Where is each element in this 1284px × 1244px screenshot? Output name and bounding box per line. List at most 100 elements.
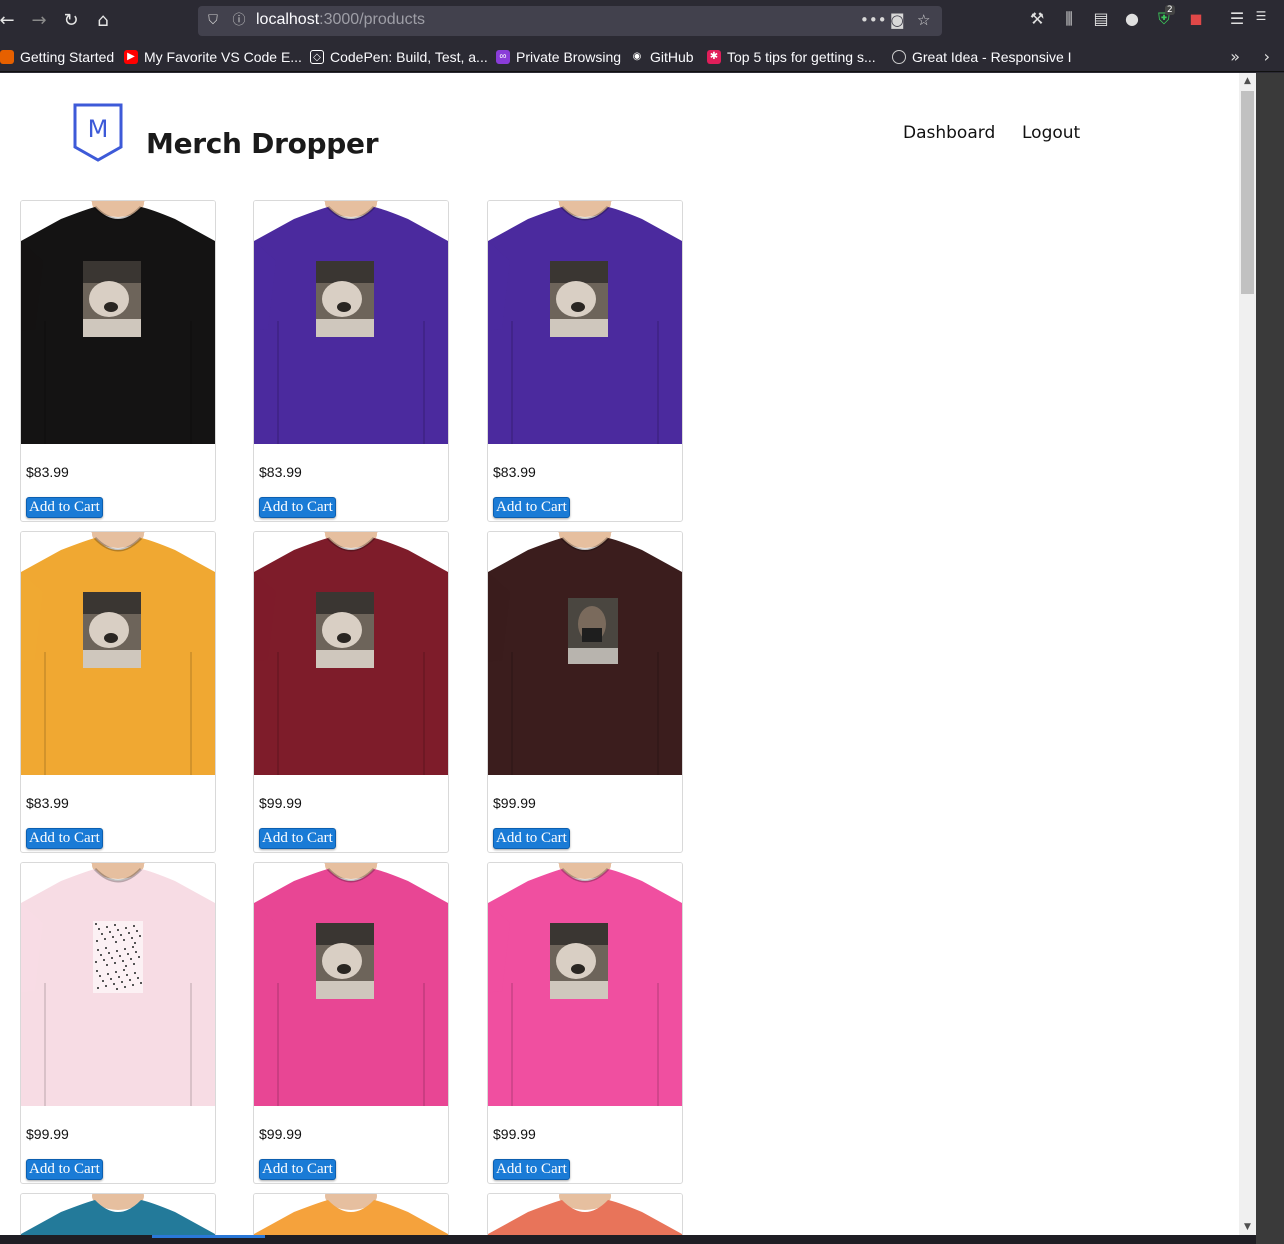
product-card: $99.99 Add to Cart [253, 531, 449, 853]
url-bar[interactable]: ⛉ ⓘ localhost:3000/products ••• ◙ ☆ [198, 6, 942, 36]
scroll-up-icon[interactable]: ▲ [1239, 73, 1256, 89]
back-button-icon[interactable]: ← [0, 8, 20, 34]
product-card: $83.99 Add to Cart [20, 200, 216, 522]
pocket-icon[interactable]: ◙ [890, 11, 905, 29]
sidebar-icon[interactable]: ▤ [1090, 9, 1112, 28]
shirt-image [488, 201, 682, 444]
shield-icon[interactable]: ⛉ [204, 12, 222, 30]
add-to-cart-button[interactable]: Add to Cart [26, 828, 103, 849]
wrench-icon[interactable]: ⚒ [1026, 9, 1048, 28]
bookmark-slack-tips[interactable]: ✱ Top 5 tips for getting s... [707, 48, 876, 66]
shirt-image[interactable] [21, 1194, 215, 1235]
shirt-image [21, 532, 215, 775]
product-image[interactable] [21, 863, 215, 1106]
private-browsing-icon: ∞ [496, 50, 510, 64]
product-price: $99.99 [493, 1126, 536, 1142]
product-image[interactable] [254, 201, 448, 444]
browser-toolbar: ← → ↻ ⌂ ⛉ ⓘ localhost:3000/products ••• … [0, 0, 1284, 42]
bookmark-great-idea[interactable]: Great Idea - Responsive I [892, 48, 1072, 66]
bookmark-star-icon[interactable]: ☆ [917, 11, 930, 29]
product-card-partial [253, 1193, 449, 1235]
bookmark-label: Great Idea - Responsive I [912, 49, 1072, 65]
shirt-image [254, 863, 448, 1106]
product-card: $83.99 Add to Cart [487, 200, 683, 522]
product-image[interactable] [21, 201, 215, 444]
shirt-image [21, 201, 215, 444]
add-to-cart-button[interactable]: Add to Cart [493, 828, 570, 849]
bookmark-github[interactable]: ◉ GitHub [630, 48, 694, 66]
product-price: $83.99 [259, 464, 302, 480]
add-to-cart-button[interactable]: Add to Cart [493, 1159, 570, 1180]
loading-progress [152, 1235, 265, 1238]
add-to-cart-button[interactable]: Add to Cart [493, 497, 570, 518]
reload-icon[interactable]: ↻ [58, 8, 84, 34]
extension-icon[interactable]: ◼ [1185, 9, 1207, 28]
shirt-image [254, 532, 448, 775]
menu-icon[interactable]: ☰ [1226, 9, 1248, 28]
shirt-image[interactable] [254, 1194, 448, 1235]
bookmark-label: GitHub [650, 49, 694, 65]
bookmark-label: Top 5 tips for getting s... [727, 49, 876, 65]
product-image[interactable] [21, 532, 215, 775]
scroll-down-icon[interactable]: ▼ [1239, 1219, 1256, 1235]
shirt-image[interactable] [488, 1194, 682, 1235]
url-path: :3000/products [319, 11, 426, 28]
bookmark-label: CodePen: Build, Test, a... [330, 49, 488, 65]
overflow-menu-icon[interactable]: ☰ [1250, 9, 1272, 23]
bookmark-getting-started[interactable]: Getting Started [0, 48, 114, 66]
browser-window: ← → ↻ ⌂ ⛉ ⓘ localhost:3000/products ••• … [0, 0, 1284, 1244]
add-to-cart-button[interactable]: Add to Cart [259, 1159, 336, 1180]
product-image[interactable] [488, 532, 682, 775]
brand-title: Merch Dropper [146, 127, 379, 160]
add-to-cart-button[interactable]: Add to Cart [259, 497, 336, 518]
bookmark-private-browsing[interactable]: ∞ Private Browsing [496, 48, 621, 66]
url-text[interactable]: localhost:3000/products [256, 11, 425, 29]
product-image[interactable] [254, 863, 448, 1106]
bookmarks-chevron-icon[interactable]: › [1264, 47, 1270, 66]
extension-badge: 2 [1165, 5, 1175, 15]
youtube-icon: ▶ [124, 50, 138, 64]
forward-button-icon[interactable]: → [26, 8, 52, 34]
product-card: $83.99 Add to Cart [253, 200, 449, 522]
bookmark-vscode[interactable]: ▶ My Favorite VS Code E... [124, 48, 302, 66]
nav-logout[interactable]: Logout [1022, 123, 1080, 143]
product-card-partial [20, 1193, 216, 1235]
logo-letter: M [88, 115, 109, 143]
shirt-image [488, 532, 682, 775]
product-image[interactable] [488, 863, 682, 1106]
scrollbar-thumb[interactable] [1241, 91, 1254, 294]
slack-icon: ✱ [707, 50, 721, 64]
codepen-icon: ◇ [310, 50, 324, 64]
window-edge [1256, 73, 1284, 1244]
bookmark-codepen[interactable]: ◇ CodePen: Build, Test, a... [310, 48, 488, 66]
firefox-icon [0, 50, 14, 64]
bookmark-label: My Favorite VS Code E... [144, 49, 302, 65]
page-scrollbar[interactable]: ▲ ▼ [1239, 73, 1256, 1235]
product-card: $99.99 Add to Cart [487, 531, 683, 853]
account-icon[interactable]: ● [1121, 9, 1143, 28]
bookmark-label: Private Browsing [516, 49, 622, 65]
product-image[interactable] [488, 201, 682, 444]
product-price: $99.99 [259, 795, 302, 811]
library-icon[interactable]: ⫼ [1058, 9, 1080, 29]
bookmarks-overflow-icon[interactable]: » [1230, 47, 1240, 66]
product-price: $99.99 [26, 1126, 69, 1142]
add-to-cart-button[interactable]: Add to Cart [26, 1159, 103, 1180]
product-price: $99.99 [259, 1126, 302, 1142]
shirt-image [488, 863, 682, 1106]
product-price: $83.99 [26, 795, 69, 811]
add-to-cart-button[interactable]: Add to Cart [26, 497, 103, 518]
nav-dashboard[interactable]: Dashboard [903, 123, 995, 143]
home-icon[interactable]: ⌂ [90, 8, 116, 34]
product-price: $83.99 [493, 464, 536, 480]
info-icon[interactable]: ⓘ [230, 12, 248, 30]
page-viewport: M Merch Dropper Dashboard Logout $83.99 A… [0, 73, 1256, 1235]
bookmark-label: Getting Started [20, 49, 115, 65]
product-image[interactable] [254, 532, 448, 775]
globe-icon [892, 50, 906, 64]
url-host: localhost [256, 11, 320, 28]
merch-dropper-logo-icon: M [73, 103, 123, 162]
page-actions-icon[interactable]: ••• [860, 11, 887, 29]
add-to-cart-button[interactable]: Add to Cart [259, 828, 336, 849]
product-card: $83.99 Add to Cart [20, 531, 216, 853]
